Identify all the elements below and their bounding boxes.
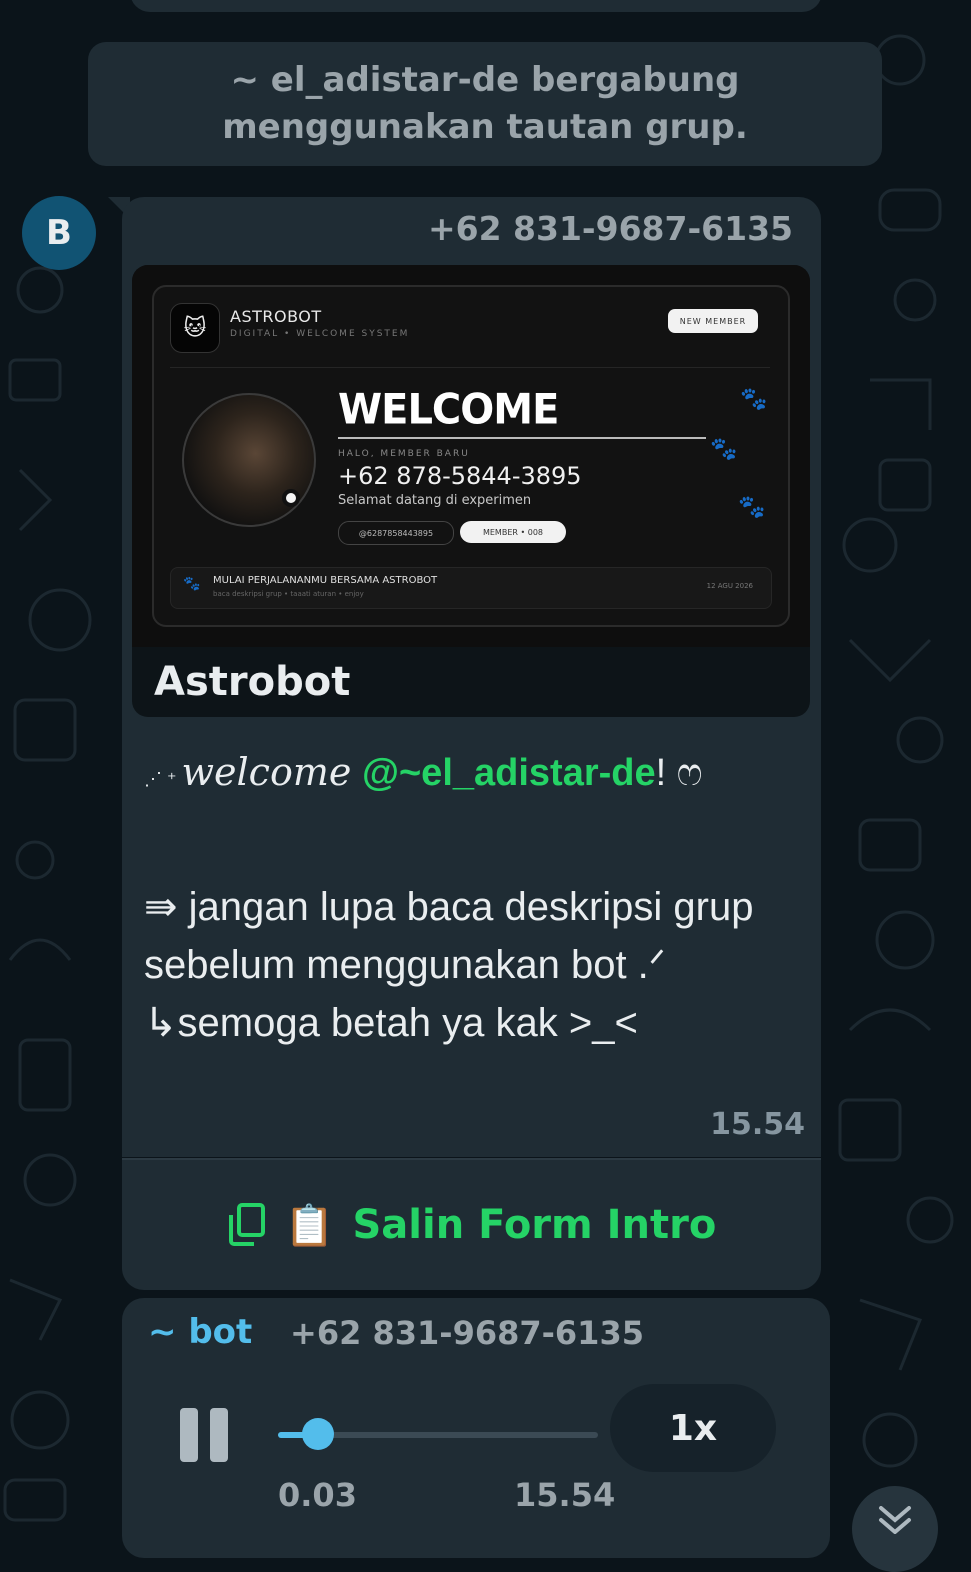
copy-form-button[interactable]: 📋 Salin Form Intro: [122, 1158, 821, 1290]
message-text: ⋰ ⁺ welcome @~el_adistar-de! ෆ ⇛ jangan …: [144, 737, 804, 1052]
copy-icon: [228, 1203, 265, 1246]
pause-bar-left: [180, 1408, 198, 1462]
card-halo: HALO, MEMBER BARU: [338, 449, 470, 459]
paw-icon: 🐾: [183, 576, 201, 592]
playback-speed-label: 1x: [668, 1407, 718, 1449]
card-member-phone: +62 878-5844-3895: [338, 462, 582, 490]
copy-form-label: Salin Form Intro: [352, 1202, 717, 1248]
paw-icon: 🐾: [710, 437, 738, 462]
card-welcome-title: WELCOME: [338, 385, 559, 435]
card-brand-sub: DIGITAL • WELCOME SYSTEM: [230, 329, 410, 339]
welcome-suffix: ! ෆ: [655, 752, 703, 794]
card-tag-member: MEMBER • 008: [460, 521, 566, 543]
link-preview-title: Astrobot: [154, 659, 351, 705]
chevron-down-icon: [879, 1506, 911, 1534]
audio-seek-handle[interactable]: [302, 1418, 334, 1450]
astrobot-logo: 🐱: [170, 303, 220, 353]
card-title-underline: [338, 437, 706, 439]
card-footer-sub: baca deskripsi grup • taaati aturan • en…: [213, 590, 364, 598]
avatar-letter: B: [46, 213, 72, 253]
card-footer-date: 12 AGU 2026: [706, 582, 753, 590]
playback-speed-button[interactable]: 1x: [610, 1384, 776, 1472]
clipboard-emoji: 📋: [284, 1202, 335, 1249]
system-join-notice: ~ el_adistar-de bergabung menggunakan ta…: [88, 42, 882, 166]
audio-sender-phone[interactable]: +62 831-9687-6135: [290, 1314, 644, 1352]
audio-duration: 15.54: [514, 1476, 616, 1514]
sender-phone[interactable]: +62 831-9687-6135: [428, 209, 793, 248]
welcome-card-image: 🐱 ASTROBOT DIGITAL • WELCOME SYSTEM NEW …: [132, 265, 810, 647]
audio-sender-name[interactable]: ~ bot: [148, 1312, 252, 1352]
sender-avatar[interactable]: B: [22, 196, 96, 270]
previous-message-stub: [130, 0, 822, 12]
paw-icon: 🐾: [738, 495, 766, 520]
card-footer-text: MULAI PERJALANANMU BERSAMA ASTROBOT: [213, 575, 438, 586]
welcome-card: 🐱 ASTROBOT DIGITAL • WELCOME SYSTEM NEW …: [152, 285, 790, 627]
pause-icon[interactable]: [180, 1408, 230, 1462]
reminder-text: ⇛ jangan lupa baca deskripsi grup sebelu…: [144, 885, 754, 987]
member-profile-photo: [182, 393, 316, 527]
card-divider: [170, 367, 770, 368]
message-time: 15.54: [710, 1107, 805, 1142]
profile-status-dot: [282, 489, 300, 507]
system-join-text: ~ el_adistar-de bergabung menggunakan ta…: [222, 60, 748, 147]
audio-message-bubble[interactable]: ~ bot +62 831-9687-6135 0.03 15.54 1x: [122, 1298, 830, 1558]
farewell-text: ↳semoga betah ya kak >_<: [144, 1001, 638, 1045]
paw-icon: 🐾: [740, 387, 768, 412]
card-footer: 🐾 MULAI PERJALANANMU BERSAMA ASTROBOT ba…: [170, 567, 772, 609]
message-bubble[interactable]: +62 831-9687-6135 🐱 ASTROBOT DIGITAL • W…: [122, 197, 821, 1157]
audio-current-time: 0.03: [278, 1476, 357, 1514]
pause-bar-right: [210, 1408, 228, 1462]
mention-link[interactable]: @~el_adistar-de: [362, 752, 656, 794]
welcome-line: ⋰ ⁺ welcome @~el_adistar-de! ෆ: [144, 750, 703, 794]
link-preview[interactable]: 🐱 ASTROBOT DIGITAL • WELCOME SYSTEM NEW …: [132, 265, 810, 717]
card-tag-id: @6287858443895: [338, 521, 454, 545]
scroll-to-bottom-button[interactable]: [852, 1486, 938, 1572]
card-brand: ASTROBOT: [230, 307, 322, 326]
card-description: Selamat datang di experimen: [338, 493, 532, 508]
welcome-word: welcome: [181, 750, 352, 794]
card-new-member-badge: NEW MEMBER: [668, 309, 758, 333]
